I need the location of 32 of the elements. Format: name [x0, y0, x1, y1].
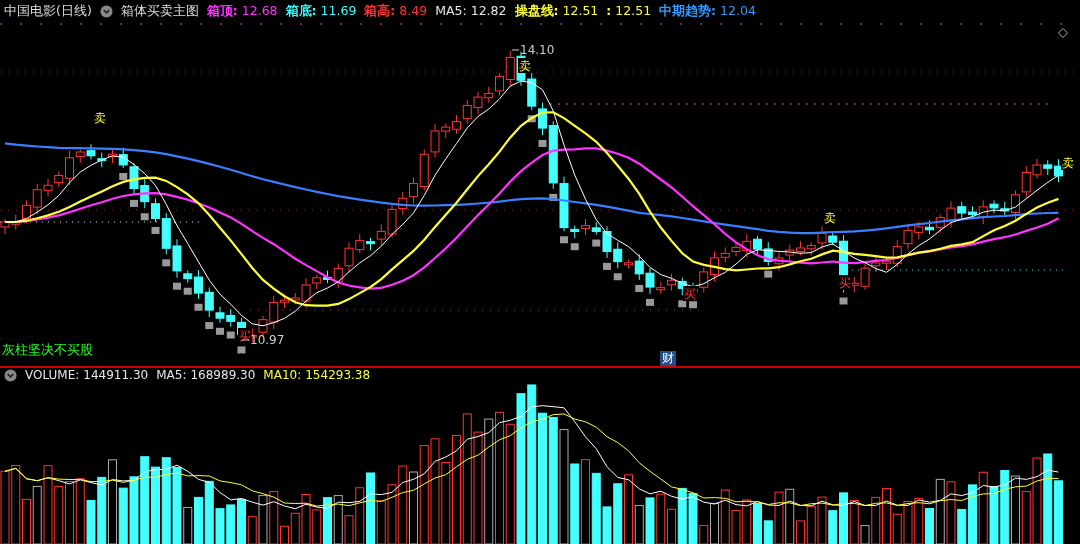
volume-label: VOLUME:	[25, 367, 80, 384]
indicator-label: 中期趋势:	[659, 1, 717, 20]
indicator-value: 11.69	[320, 1, 357, 20]
sell-signal: 卖	[1061, 155, 1075, 170]
indicator-value: 12.51	[562, 1, 599, 20]
buy-signal: 买	[238, 328, 252, 343]
warning-note: 灰柱坚决不买股	[2, 341, 93, 359]
buy-signal: 买	[683, 286, 697, 301]
indicator-value: 12.82	[470, 1, 507, 20]
indicator-value: 12.04	[720, 1, 756, 20]
indicator-label: :	[606, 1, 612, 20]
indicator-name: 箱体买卖主图	[120, 1, 199, 20]
volume-label: MA5:	[156, 367, 187, 384]
volume-value: 154293.38	[305, 367, 371, 384]
volume-value: 168989.30	[190, 367, 256, 384]
stock-title: 中国电影(日线)	[4, 1, 92, 20]
volume-label: MA10:	[263, 367, 302, 384]
sell-signal: 卖	[93, 110, 107, 125]
indicator-label: MA5:	[435, 1, 467, 20]
indicator-label: 箱顶:	[206, 1, 238, 20]
volume-value: 144911.30	[83, 367, 149, 384]
indicator-label: 箱高:	[364, 1, 396, 20]
sell-signal: 卖	[518, 58, 532, 73]
finance-badge: 财	[660, 351, 676, 366]
indicator-value: 8.49	[399, 1, 428, 20]
indicator-value: 12.68	[241, 1, 278, 20]
indicator-label: 箱底:	[285, 1, 317, 20]
indicator-label: 操盘线:	[514, 1, 559, 20]
sell-signal: 卖	[823, 210, 837, 225]
buy-signal: 买	[838, 275, 852, 290]
price-label: 14.10	[511, 43, 555, 57]
indicator-value: 12.51	[615, 1, 652, 20]
